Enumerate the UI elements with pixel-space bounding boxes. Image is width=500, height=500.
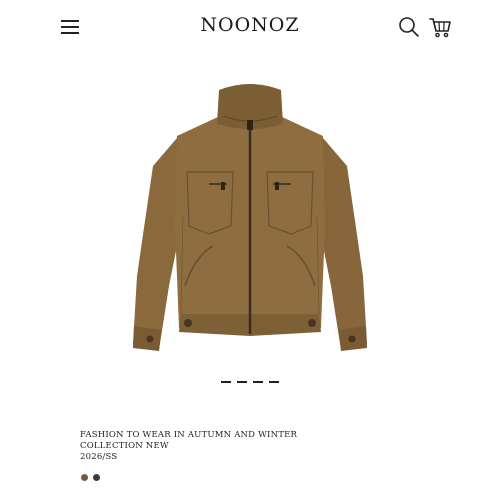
color-swatch-brown[interactable]: [81, 474, 88, 481]
site-header: NOONOZ: [0, 0, 500, 56]
search-icon[interactable]: [398, 16, 420, 38]
brand-logo[interactable]: NOONOZ: [0, 14, 500, 36]
jacket-left-sleeve: [133, 138, 183, 350]
product-title-line-1[interactable]: FASHION TO WEAR IN AUTUMN AND WINTER: [80, 430, 440, 441]
shopping-cart-icon[interactable]: [428, 15, 452, 39]
carousel-dot-4[interactable]: [269, 381, 279, 383]
carousel-dot-3[interactable]: [253, 381, 263, 383]
product-title-line-2[interactable]: COLLECTION NEW: [80, 441, 440, 452]
product-info: FASHION TO WEAR IN AUTUMN AND WINTER COL…: [80, 430, 440, 463]
product-jacket-image[interactable]: [125, 76, 375, 356]
product-season: 2026/SS: [80, 452, 118, 462]
carousel-indicator: [0, 381, 500, 383]
carousel-dot-1[interactable]: [221, 381, 231, 383]
jacket-right-sleeve: [317, 138, 367, 350]
color-swatch-dark-gray[interactable]: [93, 474, 100, 481]
carousel-dot-2[interactable]: [237, 381, 247, 383]
color-swatches: [81, 474, 100, 481]
